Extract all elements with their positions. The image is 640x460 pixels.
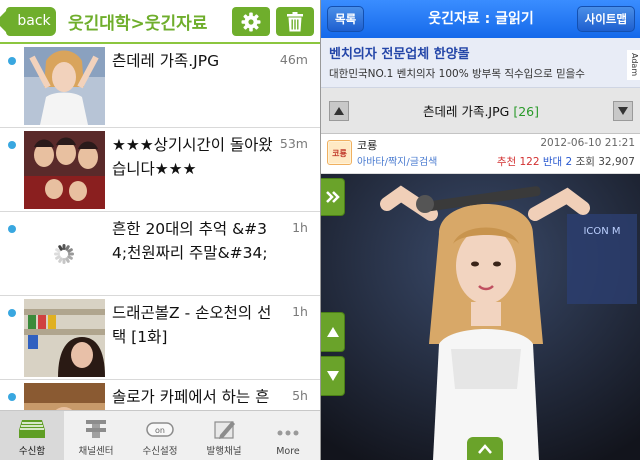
unread-dot bbox=[8, 309, 16, 317]
item-title: 드래곤볼Z - 손오천의 선택 [1화] bbox=[112, 304, 272, 346]
thumbnail-image bbox=[24, 131, 105, 209]
oppose-count: 2 bbox=[565, 156, 573, 168]
post-stats: 추천 122 반대 2 조회 32,907 bbox=[497, 154, 635, 169]
item-time: 5h bbox=[292, 388, 308, 403]
list-item[interactable]: 흔한 20대의 추억 &#34;천원짜리 주말&#34; 1h bbox=[0, 212, 320, 296]
list-item[interactable]: 츤데레 가족.JPG 46m bbox=[0, 44, 320, 128]
channel-center-icon bbox=[86, 420, 106, 438]
tab-more[interactable]: More bbox=[256, 411, 320, 460]
delete-button[interactable] bbox=[276, 7, 314, 36]
back-button[interactable]: back bbox=[6, 7, 56, 36]
thumbnail-image bbox=[24, 383, 105, 410]
comment-count: [26] bbox=[513, 104, 539, 119]
toggle-icon: on bbox=[146, 422, 174, 437]
recommend-label: 추천 bbox=[496, 156, 517, 168]
unread-dot bbox=[8, 141, 16, 149]
tab-channel-center[interactable]: 채널센터 bbox=[64, 411, 128, 460]
settings-button[interactable] bbox=[232, 7, 270, 36]
previous-post-button[interactable] bbox=[329, 101, 349, 121]
tab-publish-channel[interactable]: 발행채널 bbox=[192, 411, 256, 460]
item-time: 53m bbox=[279, 136, 308, 151]
expand-sidebar-button[interactable] bbox=[321, 178, 345, 216]
tab-label: 발행채널 bbox=[206, 446, 242, 457]
loading-spinner-icon bbox=[24, 215, 105, 293]
recommend-count: 122 bbox=[519, 156, 540, 168]
banner-text: ICON M bbox=[583, 226, 620, 237]
item-title: 츤데레 가족.JPG bbox=[112, 52, 220, 70]
oppose-label: 반대 bbox=[542, 156, 563, 168]
views-count: 32,907 bbox=[598, 156, 635, 168]
item-time: 1h bbox=[292, 304, 308, 319]
item-title: ★★★상기시간이 돌아왔습니다★★★ bbox=[112, 136, 273, 178]
next-post-button[interactable] bbox=[613, 101, 633, 121]
unread-dot bbox=[8, 393, 16, 401]
left-app-panel: back 웃긴대학>웃긴자료 츤데레 가족.JPG 46m ★★★상기시간이 돌… bbox=[0, 0, 320, 460]
scroll-top-button[interactable] bbox=[467, 437, 503, 460]
gear-icon bbox=[241, 12, 261, 31]
trash-icon bbox=[287, 11, 303, 31]
views-label: 조회 bbox=[575, 156, 595, 168]
list-item[interactable]: 솔로가 카페에서 하는 흔한 행동 5h bbox=[0, 380, 320, 410]
ad-title: 벤치의자 전문업체 한양몰 bbox=[329, 47, 470, 62]
post-image: ICON M bbox=[321, 174, 640, 460]
avatar[interactable]: 코룡 bbox=[327, 140, 352, 165]
triangle-down-icon bbox=[618, 107, 628, 115]
post-meta: 코룡 코룡 아바타/짝지/글검색 2012-06-10 21:21 추천 122… bbox=[321, 134, 640, 174]
file-name: 츤데레 가족.JPG bbox=[422, 104, 510, 119]
triangle-up-icon bbox=[334, 107, 344, 115]
tab-label: 수신설정 bbox=[142, 446, 178, 457]
sitemap-button[interactable]: 사이트맵 bbox=[576, 6, 635, 32]
back-label: back bbox=[17, 13, 51, 29]
double-chevron-right-icon bbox=[325, 191, 340, 203]
tab-label: 수신함 bbox=[18, 446, 46, 457]
tab-inbox[interactable]: 수신함 bbox=[0, 411, 64, 460]
list-button[interactable]: 목록 bbox=[327, 6, 365, 32]
ad-banner[interactable]: 벤치의자 전문업체 한양몰 대한민국NO.1 벤치의자 100% 방부목 직수입… bbox=[321, 38, 640, 88]
item-time: 46m bbox=[279, 52, 308, 67]
pen-icon bbox=[214, 421, 235, 439]
author-category[interactable]: 아바타/짝지/글검색 bbox=[357, 153, 437, 168]
author-name[interactable]: 코룡 bbox=[357, 137, 377, 153]
post-title: 츤데레 가족.JPG [26] bbox=[351, 101, 611, 120]
post-date: 2012-06-10 21:21 bbox=[540, 137, 635, 149]
chevron-up-icon bbox=[478, 444, 492, 454]
right-browser-panel: 목록 웃긴자료 : 글읽기 사이트맵 벤치의자 전문업체 한양몰 대한민국NO.… bbox=[320, 0, 640, 460]
tab-label: More bbox=[276, 446, 300, 457]
ad-description: 대한민국NO.1 벤치의자 100% 방부목 직수입으로 믿을수 bbox=[329, 68, 585, 80]
item-title: 흔한 20대의 추억 &#34;천원짜리 주말&#34; bbox=[112, 220, 268, 262]
message-list: 츤데레 가족.JPG 46m ★★★상기시간이 돌아왔습니다★★★ 53m 흔한… bbox=[0, 44, 320, 410]
scroll-down-button[interactable] bbox=[321, 356, 345, 396]
thumbnail-image bbox=[24, 299, 105, 377]
thumbnail-image bbox=[24, 47, 105, 125]
top-bar: back 웃긴대학>웃긴자료 bbox=[0, 0, 320, 44]
item-title: 솔로가 카페에서 하는 흔한 행동 bbox=[112, 388, 270, 406]
list-item[interactable]: ★★★상기시간이 돌아왔습니다★★★ 53m bbox=[0, 128, 320, 212]
scroll-up-button[interactable] bbox=[321, 312, 345, 352]
page-title: 웃긴대학>웃긴자료 bbox=[68, 14, 208, 34]
file-navigation-bar: 츤데레 가족.JPG [26] bbox=[321, 88, 640, 134]
unread-dot bbox=[8, 57, 16, 65]
tab-label: 채널센터 bbox=[78, 446, 114, 457]
triangle-up-icon bbox=[326, 327, 339, 337]
nav-bar: 목록 웃긴자료 : 글읽기 사이트맵 bbox=[321, 0, 640, 38]
avatar-text: 코룡 bbox=[332, 149, 347, 158]
list-item[interactable]: 드래곤볼Z - 손오천의 선택 [1화] 1h bbox=[0, 296, 320, 380]
bottom-tab-bar: 수신함 채널센터 on 수신설정 발행채널 More bbox=[0, 410, 320, 460]
item-time: 1h bbox=[292, 220, 308, 235]
triangle-down-icon bbox=[326, 371, 339, 381]
more-icon bbox=[277, 430, 299, 436]
unread-dot bbox=[8, 225, 16, 233]
ad-badge: Adam bbox=[627, 50, 640, 80]
toggle-text: on bbox=[155, 426, 165, 435]
tab-receive-settings[interactable]: on 수신설정 bbox=[128, 411, 192, 460]
inbox-icon bbox=[19, 420, 45, 438]
